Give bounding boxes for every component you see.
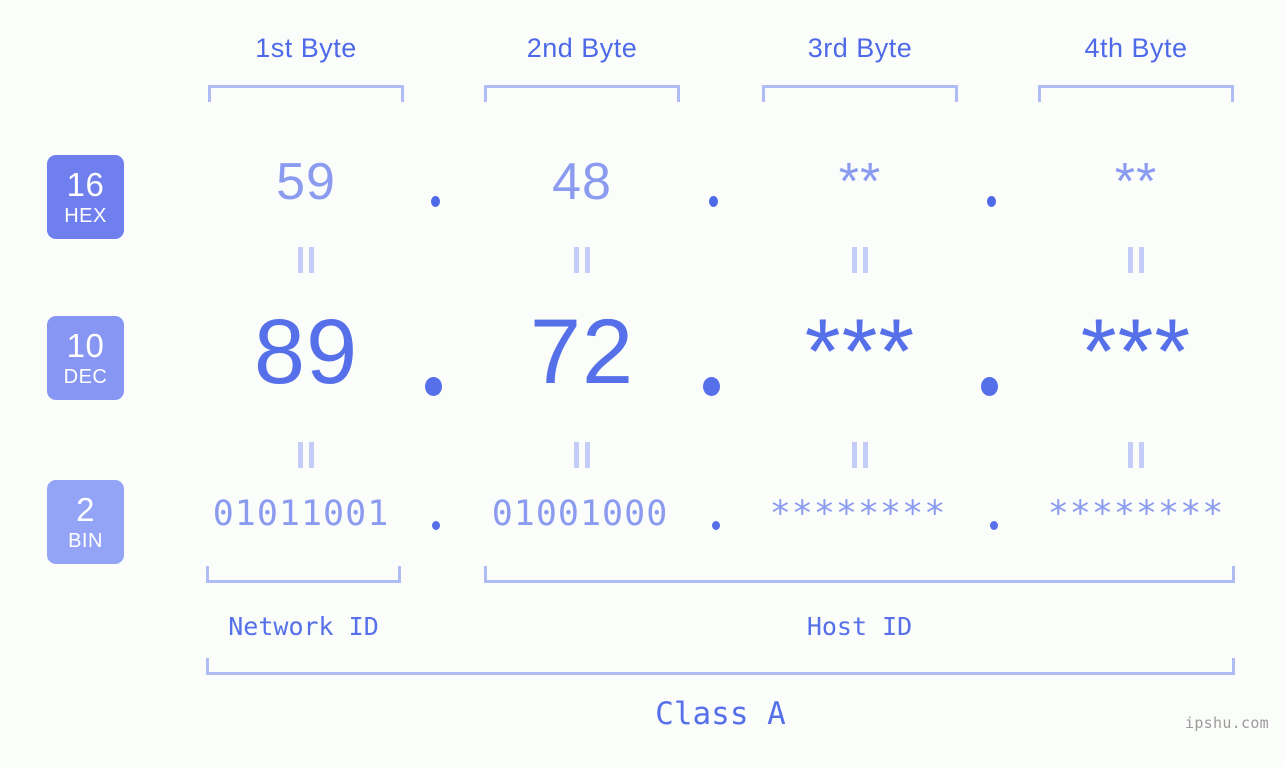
site-watermark: ipshu.com [1185,714,1269,732]
byte-header-label-4: 4th Byte [1084,33,1188,63]
hex-separator-dot-2 [709,196,718,207]
ip-breakdown-diagram: 1st Byte 2nd Byte 3rd Byte 4th Byte 16 H… [0,0,1285,767]
host-id-bracket [484,566,1235,583]
dec-byte-value-1: 89 [253,301,359,403]
hex-byte-value-4: ** [1114,153,1158,211]
byte-bracket-top-4 [1038,85,1234,102]
class-bracket [206,658,1235,675]
hex-byte-value-1: 59 [276,153,336,211]
base-badge-bin: 2 BIN [47,480,124,564]
base-badge-dec-name: DEC [63,366,108,388]
network-id-bracket [206,566,401,583]
base-badge-hex: 16 HEX [47,155,124,239]
class-label: Class A [655,696,786,732]
dec-byte-value-4: *** [1080,301,1192,403]
equals-mark-hex-dec-3 [849,247,871,273]
equals-mark-dec-bin-3 [849,442,871,468]
byte-bracket-top-2 [484,85,680,102]
base-badge-hex-name: HEX [64,205,107,227]
base-badge-hex-number: 16 [66,166,105,203]
bin-separator-dot-2 [712,521,720,530]
byte-header-label-2: 2nd Byte [526,33,638,63]
equals-mark-hex-dec-4 [1125,247,1147,273]
bin-byte-value-3: ******** [769,494,947,534]
hex-byte-value-2: 48 [552,153,612,211]
dec-byte-value-2: 72 [529,301,635,403]
equals-mark-hex-dec-1 [295,247,317,273]
bin-byte-value-4: ******** [1047,494,1225,534]
hex-byte-value-3: ** [838,153,882,211]
equals-mark-hex-dec-2 [571,247,593,273]
hex-separator-dot-1 [431,196,440,207]
bin-byte-value-2: 01001000 [491,494,669,534]
host-id-label: Host ID [806,612,913,641]
base-badge-bin-name: BIN [68,530,103,552]
dec-separator-dot-2 [703,377,720,396]
base-badge-dec: 10 DEC [47,316,124,400]
byte-header-label-3: 3rd Byte [807,33,913,63]
bin-separator-dot-1 [432,521,440,530]
hex-separator-dot-3 [987,196,996,207]
byte-bracket-top-3 [762,85,958,102]
equals-mark-dec-bin-1 [295,442,317,468]
equals-mark-dec-bin-4 [1125,442,1147,468]
equals-mark-dec-bin-2 [571,442,593,468]
byte-bracket-top-1 [208,85,404,102]
byte-header-label-1: 1st Byte [255,33,357,63]
bin-byte-value-1: 01011001 [212,494,390,534]
network-id-label: Network ID [228,612,379,641]
dec-separator-dot-3 [981,377,998,396]
base-badge-dec-number: 10 [66,327,105,364]
dec-separator-dot-1 [425,377,442,396]
dec-byte-value-3: *** [804,301,916,403]
bin-separator-dot-3 [990,521,998,530]
base-badge-bin-number: 2 [76,491,95,528]
